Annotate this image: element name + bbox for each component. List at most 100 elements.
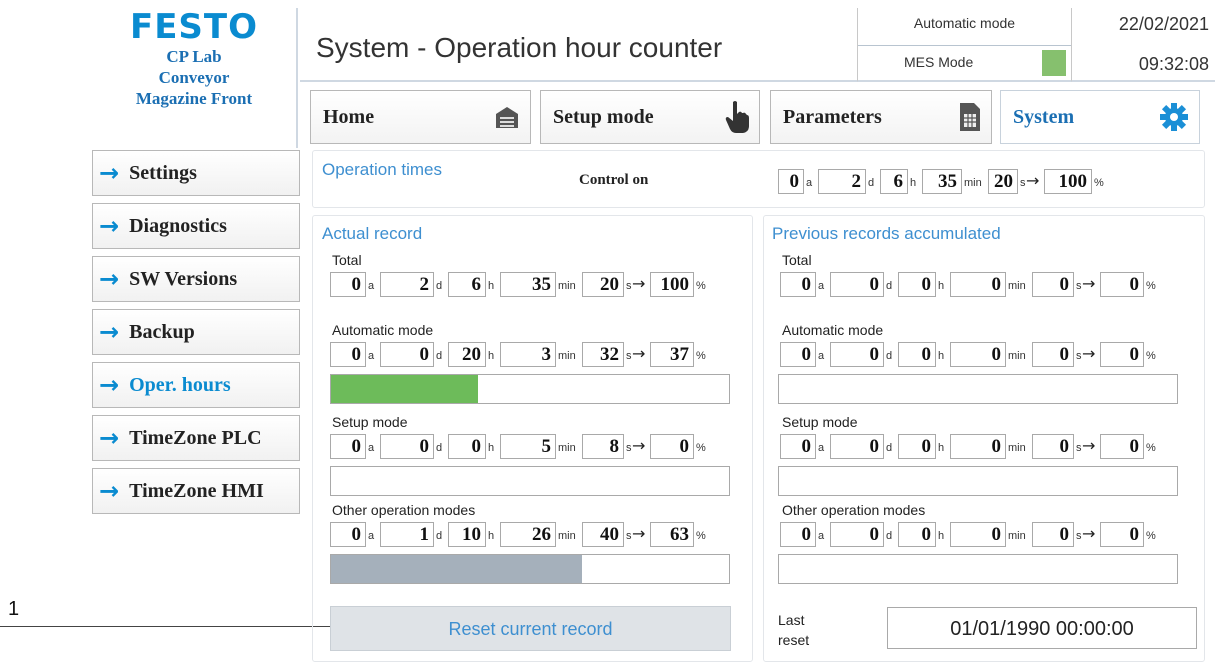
counter-min-value: 5: [500, 434, 556, 459]
counter-a-value: 0: [778, 169, 804, 194]
unit-d-label: d: [868, 177, 875, 189]
counter-s-value: 0: [1032, 272, 1074, 297]
counter-s-value: 20: [988, 169, 1018, 194]
sidebar-item-diagnostics[interactable]: → Diagnostics: [92, 203, 300, 249]
sidebar-item-label: Diagnostics: [129, 214, 227, 237]
progress-bar: [778, 466, 1178, 496]
unit-h-label: h: [910, 177, 917, 189]
unit-a-label: a: [368, 442, 375, 454]
gear-icon: [1160, 103, 1188, 131]
unit-min-label: min: [558, 350, 576, 362]
counter-d-value: 0: [830, 522, 884, 547]
row-label: Other operation modes: [782, 502, 926, 518]
unit-min-label: min: [558, 280, 576, 292]
sidebar-item-timezone-hmi[interactable]: → TimeZone HMI: [92, 468, 300, 514]
document-grid-icon: [960, 103, 980, 131]
arrow-right-icon: →: [632, 524, 646, 543]
nav-home-button[interactable]: Home: [310, 90, 531, 144]
unit-d-label: d: [436, 350, 443, 362]
date: 22/02/2021: [1118, 14, 1209, 34]
arrow-right-icon: →: [632, 274, 646, 293]
mes-mode-label: MES Mode: [904, 54, 974, 70]
page-title: System - Operation hour counter: [316, 32, 723, 63]
nav-system-button[interactable]: System: [1000, 90, 1200, 144]
counter-h-value: 0: [898, 434, 936, 459]
arrow-right-icon: →: [99, 265, 120, 293]
counter-a-value: 0: [780, 434, 816, 459]
counter-min-value: 35: [922, 169, 962, 194]
counter-h-value: 0: [898, 522, 936, 547]
arrow-right-icon: →: [632, 436, 646, 455]
unit-percent-label: %: [696, 280, 706, 292]
page-title-box: System - Operation hour counter: [300, 8, 858, 82]
sidebar-item-settings[interactable]: → Settings: [92, 150, 300, 196]
nav-parameters-button[interactable]: Parameters: [770, 90, 992, 144]
sidebar-item-label: SW Versions: [129, 267, 238, 290]
counter-percent-value: 100: [650, 272, 694, 297]
row-label: Setup mode: [782, 414, 858, 430]
arrow-right-icon: →: [1082, 274, 1096, 293]
nav-setup-mode-button[interactable]: Setup mode: [540, 90, 760, 144]
sidebar-item-sw-versions[interactable]: → SW Versions: [92, 256, 300, 302]
counter-d-value: 0: [380, 434, 434, 459]
arrow-right-icon: →: [632, 344, 646, 363]
reset-current-record-button[interactable]: Reset current record: [330, 606, 731, 651]
callout-line: [0, 626, 330, 627]
counter-d-value: 0: [830, 342, 884, 367]
counter-d-value: 1: [380, 522, 434, 547]
sidebar-item-backup[interactable]: → Backup: [92, 309, 300, 355]
counter-a-value: 0: [330, 434, 366, 459]
unit-s-label: s: [1020, 177, 1026, 189]
progress-bar: [330, 554, 730, 584]
brand-panel: FESTO CP Lab Conveyor Magazine Front: [92, 8, 298, 148]
unit-a-label: a: [368, 280, 375, 292]
counter-h-value: 0: [448, 434, 486, 459]
unit-a-label: a: [818, 530, 825, 542]
sidebar-item-label: Settings: [129, 161, 197, 184]
unit-percent-label: %: [1146, 280, 1156, 292]
mes-mode-indicator: [1042, 50, 1066, 76]
counter-percent-value: 37: [650, 342, 694, 367]
unit-d-label: d: [886, 530, 893, 542]
unit-percent-label: %: [696, 442, 706, 454]
counter-a-value: 0: [780, 272, 816, 297]
arrow-right-icon: →: [1082, 344, 1096, 363]
unit-s-label: s: [1076, 350, 1082, 362]
hand-pointer-icon: [725, 101, 749, 133]
counter-percent-value: 63: [650, 522, 694, 547]
mode-status: Automatic mode MES Mode: [858, 8, 1072, 82]
counter-min-value: 3: [500, 342, 556, 367]
actual-record-title: Actual record: [322, 224, 423, 243]
last-reset-value: 01/01/1990 00:00:00: [887, 607, 1197, 649]
row-label: Automatic mode: [782, 322, 884, 338]
unit-a-label: a: [368, 530, 375, 542]
festo-logo: FESTO: [129, 7, 259, 47]
unit-percent-label: %: [1146, 530, 1156, 542]
unit-a-label: a: [806, 177, 813, 189]
counter-d-value: 0: [380, 342, 434, 367]
unit-s-label: s: [1076, 530, 1082, 542]
unit-h-label: h: [938, 350, 945, 362]
unit-d-label: d: [436, 442, 443, 454]
sidebar-item-oper-hours[interactable]: → Oper. hours: [92, 362, 300, 408]
arrow-right-icon: →: [1026, 171, 1040, 190]
unit-s-label: s: [626, 442, 632, 454]
counter-s-value: 20: [582, 272, 624, 297]
datetime: 22/02/2021 09:32:08: [1072, 8, 1215, 82]
counter-min-value: 0: [950, 522, 1006, 547]
progress-bar: [330, 466, 730, 496]
counter-d-value: 2: [380, 272, 434, 297]
unit-d-label: d: [886, 350, 893, 362]
sidebar-item-timezone-plc[interactable]: → TimeZone PLC: [92, 415, 300, 461]
unit-min-label: min: [1008, 530, 1026, 542]
nav-system-label: System: [1013, 105, 1075, 128]
unit-h-label: h: [488, 350, 495, 362]
arrow-right-icon: →: [99, 159, 120, 187]
counter-s-value: 0: [1032, 434, 1074, 459]
unit-percent-label: %: [696, 350, 706, 362]
unit-percent-label: %: [1146, 442, 1156, 454]
arrow-right-icon: →: [99, 212, 120, 240]
arrow-right-icon: →: [1082, 436, 1096, 455]
counter-a-value: 0: [330, 522, 366, 547]
counter-h-value: 6: [448, 272, 486, 297]
